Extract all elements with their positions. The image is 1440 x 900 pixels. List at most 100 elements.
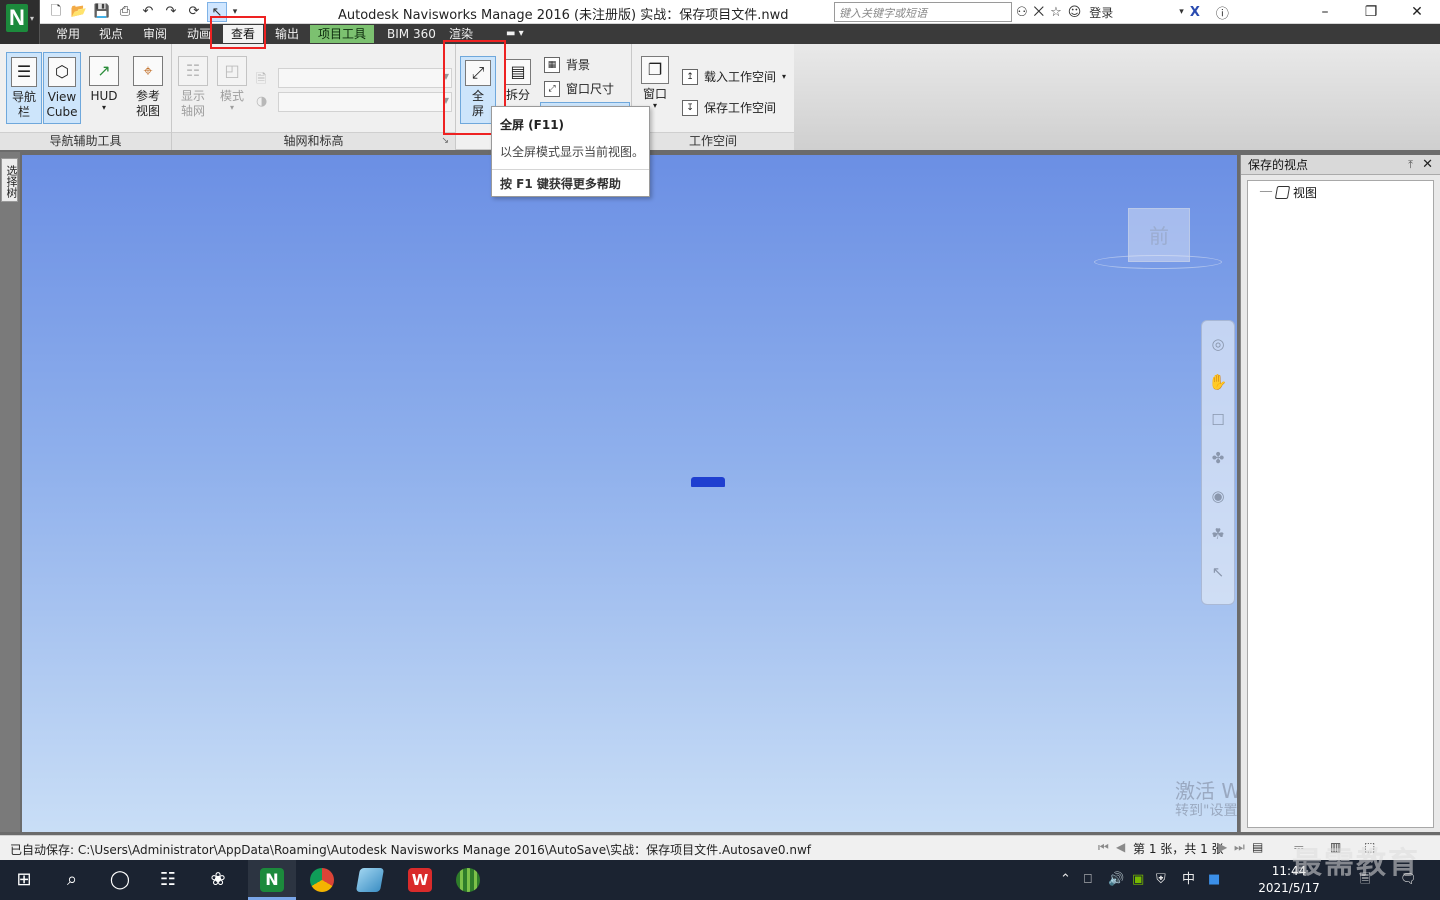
first-sheet-icon[interactable]: ⏮ bbox=[1098, 840, 1109, 855]
search-icon[interactable]: ⌕ bbox=[48, 860, 96, 900]
network-icon[interactable]: ⎕ bbox=[1084, 860, 1092, 900]
print-icon[interactable]: ⎙ bbox=[115, 2, 135, 22]
notes-app-glyph bbox=[355, 868, 385, 892]
open-file-icon[interactable]: 📂 bbox=[69, 2, 89, 22]
restore-icon[interactable]: ❐ bbox=[1348, 0, 1394, 24]
fullscreen-icon: ⤢ bbox=[465, 60, 491, 86]
tab-review[interactable]: 审阅 bbox=[135, 25, 175, 43]
hud-button[interactable]: ↗ HUD ▾ bbox=[86, 52, 122, 124]
window-size-button[interactable]: ⤢ 窗口尺寸 bbox=[544, 80, 614, 97]
minimize-icon[interactable]: – bbox=[1302, 0, 1348, 24]
window-size-icon: ⤢ bbox=[544, 80, 560, 97]
zoom-window-icon[interactable]: ☐ bbox=[1205, 407, 1231, 433]
undo-icon[interactable]: ↶ bbox=[138, 2, 158, 22]
wps-icon[interactable]: W bbox=[396, 860, 444, 900]
tab-item-tools[interactable]: 项目工具 bbox=[310, 25, 375, 43]
notes-app-icon[interactable] bbox=[346, 860, 394, 900]
qat-dropdown-icon[interactable]: ▾ bbox=[230, 2, 240, 22]
watermelon-app-glyph bbox=[456, 868, 480, 892]
windows-start-icon[interactable]: ⊞ bbox=[0, 860, 48, 900]
save-icon[interactable]: 💾 bbox=[92, 2, 112, 22]
tab-animation[interactable]: 动画 bbox=[179, 25, 219, 43]
navbar-button[interactable]: ☰ 导航 栏 bbox=[6, 52, 42, 124]
qq-icon[interactable]: ■ bbox=[1208, 860, 1220, 900]
steering-wheel-icon[interactable]: ◎ bbox=[1205, 331, 1231, 357]
windows-icon: ❐ bbox=[641, 56, 669, 84]
viewcube[interactable]: 前 bbox=[1128, 208, 1190, 262]
close-icon[interactable]: ✕ bbox=[1394, 0, 1440, 24]
tree-item[interactable]: ── 视图 bbox=[1260, 184, 1317, 201]
quick-access-toolbar: 🗋 📂 💾 ⎙ ↶ ↷ ⟳ ↖ ▾ bbox=[46, 2, 240, 22]
tab-overflow-icon[interactable]: ▬ ▾ bbox=[498, 25, 532, 43]
sheet-browser-icon[interactable]: ▤ bbox=[1252, 840, 1263, 854]
window-controls: – ❐ ✕ bbox=[1302, 0, 1440, 24]
panel-title-navigation-aids: 导航辅助工具 bbox=[0, 132, 171, 150]
new-file-icon[interactable]: 🗋 bbox=[46, 2, 66, 22]
viewcube-icon: ⬡ bbox=[48, 57, 76, 87]
navisworks-taskbar-icon[interactable]: N bbox=[248, 860, 296, 900]
tree-connector: ── bbox=[1260, 187, 1273, 198]
refresh-icon[interactable]: ⟳ bbox=[184, 2, 204, 22]
task-view-icon[interactable]: ☷ bbox=[144, 860, 192, 900]
chrome-icon[interactable] bbox=[298, 860, 346, 900]
tab-view[interactable]: 查看 bbox=[223, 25, 264, 43]
volume-icon[interactable]: 🔊 bbox=[1108, 860, 1124, 900]
reference-views-button[interactable]: ⌖ 参考 视图 bbox=[128, 52, 168, 124]
watermelon-app-icon[interactable] bbox=[444, 860, 492, 900]
tab-home[interactable]: 常用 bbox=[48, 25, 88, 43]
save-workspace-icon: ↧ bbox=[682, 99, 698, 116]
panel-launcher-icon[interactable]: ↘ bbox=[441, 133, 449, 150]
background-button[interactable]: ▦ 背景 bbox=[544, 56, 590, 73]
model-object[interactable] bbox=[691, 477, 725, 487]
next-sheet-icon[interactable]: ▶ bbox=[1218, 840, 1227, 854]
subscription-icon[interactable]: ⨉ bbox=[1034, 5, 1044, 20]
save-workspace-button[interactable]: ↧ 保存工作空间 bbox=[682, 99, 776, 116]
tab-bim360[interactable]: BIM 360 bbox=[379, 25, 444, 43]
grid-active-combo[interactable]: ▼ bbox=[278, 68, 452, 88]
favorites-icon[interactable]: ☆ bbox=[1050, 5, 1062, 20]
select-cursor-icon[interactable]: ↖ bbox=[207, 2, 227, 22]
scene-viewport[interactable]: 前 ◎ ✋ ☐ ✤ ◉ ☘ ↖ 激活 Windows 转到"设置"以激活 Win… bbox=[22, 155, 1237, 832]
view-cube-icon bbox=[1274, 186, 1291, 199]
nvidia-icon[interactable]: ▣ bbox=[1132, 860, 1144, 900]
selection-tree-tab[interactable]: 选择树 bbox=[1, 158, 18, 202]
background-icon: ▦ bbox=[544, 56, 560, 73]
select-arrow-icon[interactable]: ↖ bbox=[1205, 559, 1231, 585]
panel-navigation-aids: ☰ 导航 栏 ⬡ View Cube ↗ HUD ▾ ⌖ 参考 视图 导航辅助工… bbox=[0, 44, 172, 150]
security-icon[interactable]: ⛨ bbox=[1156, 860, 1166, 900]
look-around-icon[interactable]: ◉ bbox=[1205, 483, 1231, 509]
orbit-icon[interactable]: ✤ bbox=[1205, 445, 1231, 471]
load-workspace-button[interactable]: ↥ 载入工作空间 ▾ bbox=[682, 68, 786, 85]
activation-watermark-text: 转到"设置"以激活 Windows。 bbox=[1175, 803, 1237, 819]
grid-mode-button[interactable]: ◰ 模式 ▾ bbox=[214, 52, 250, 124]
exchange-icon[interactable]: X bbox=[1190, 5, 1200, 20]
last-sheet-icon[interactable]: ⏭ bbox=[1234, 840, 1245, 855]
tab-render[interactable]: 渲染 bbox=[441, 25, 481, 43]
search-input[interactable]: 键入关键字或短语 bbox=[834, 2, 1012, 22]
show-hidden-icons[interactable]: ⌃ bbox=[1060, 860, 1071, 900]
close-icon[interactable]: ✕ bbox=[1422, 155, 1433, 175]
tab-output[interactable]: 输出 bbox=[267, 25, 307, 43]
walk-icon[interactable]: ☘ bbox=[1205, 521, 1231, 547]
help-icon[interactable]: ⓘ bbox=[1216, 3, 1229, 22]
show-grid-button[interactable]: ☷ 显示 轴网 bbox=[174, 52, 212, 124]
prev-sheet-icon[interactable]: ◀ bbox=[1116, 840, 1125, 854]
chrome-app-icon bbox=[310, 868, 334, 892]
pin-icon[interactable]: ⤒ bbox=[1408, 155, 1413, 175]
binoculars-icon[interactable]: ⚇ bbox=[1016, 5, 1028, 20]
login-button[interactable]: 登录 bbox=[1089, 4, 1113, 21]
grid-file-icon: 🗎 bbox=[256, 72, 267, 87]
cortana-icon[interactable]: ◯ bbox=[96, 860, 144, 900]
load-workspace-icon: ↥ bbox=[682, 68, 698, 85]
app-menu-button[interactable]: N ▾ bbox=[0, 0, 40, 44]
grid-icon: ☷ bbox=[178, 56, 208, 86]
login-dropdown-icon[interactable]: ▾ bbox=[1179, 7, 1184, 17]
user-icon[interactable]: ☺ bbox=[1068, 5, 1082, 20]
ime-indicator[interactable]: 中 bbox=[1182, 860, 1195, 900]
pinwheel-app-icon[interactable]: ❀ bbox=[194, 860, 242, 900]
pan-hand-icon[interactable]: ✋ bbox=[1205, 369, 1231, 395]
redo-icon[interactable]: ↷ bbox=[161, 2, 181, 22]
grid-level-combo[interactable]: ▼ bbox=[278, 92, 452, 112]
viewcube-button[interactable]: ⬡ View Cube bbox=[43, 52, 81, 124]
tab-viewpoint[interactable]: 视点 bbox=[91, 25, 131, 43]
